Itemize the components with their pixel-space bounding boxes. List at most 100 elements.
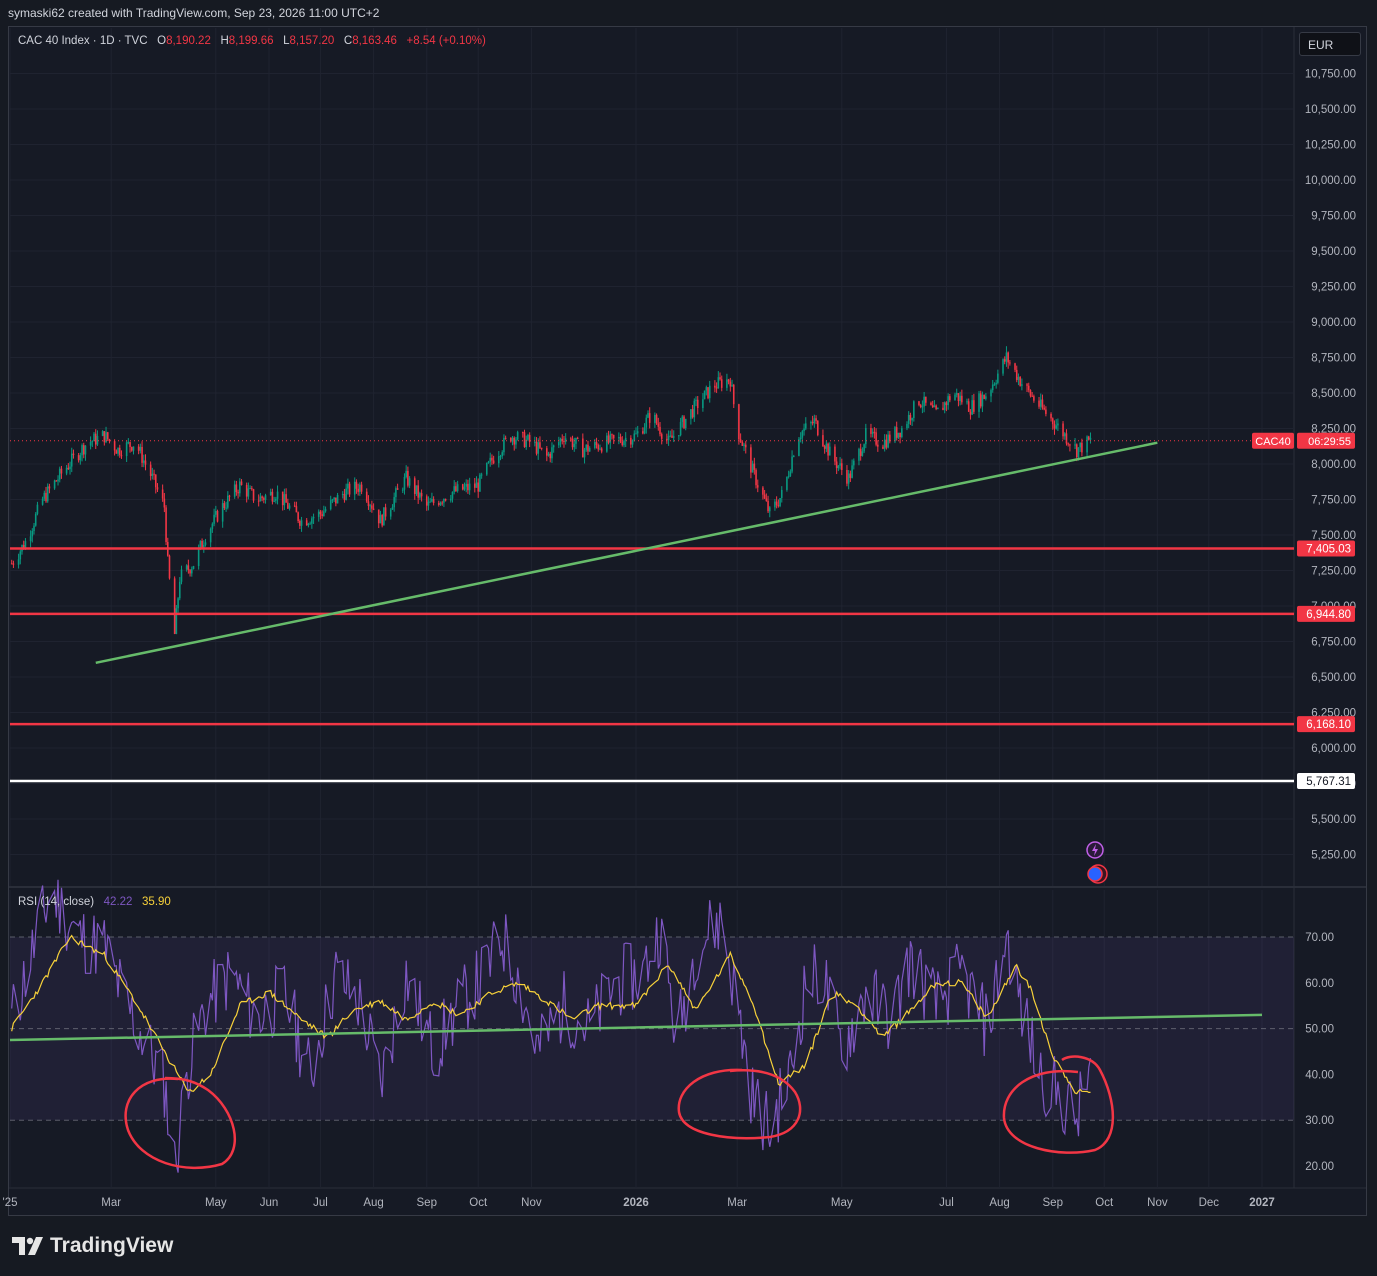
- candle-body: [312, 516, 315, 519]
- candle: [275, 496, 277, 504]
- candle-body: [955, 393, 958, 395]
- candle: [563, 435, 565, 448]
- candle-body: [599, 448, 601, 450]
- candle: [453, 480, 455, 495]
- candle-body: [789, 471, 792, 477]
- candle: [599, 444, 601, 451]
- candle: [606, 432, 608, 453]
- candle-body: [288, 505, 291, 509]
- candle: [427, 496, 430, 511]
- open-label: O: [157, 35, 167, 47]
- rsi-name[interactable]: RSI (14, close): [18, 896, 94, 908]
- candle: [1050, 412, 1052, 422]
- candle-body: [276, 491, 279, 499]
- candle: [156, 483, 159, 493]
- candle-body: [178, 581, 181, 599]
- tradingview-logo[interactable]: TradingView: [12, 1234, 173, 1258]
- candle: [973, 393, 975, 414]
- candle: [417, 480, 419, 504]
- candle-body: [473, 483, 476, 488]
- x-tick-label: Sep: [417, 1197, 437, 1209]
- candle: [168, 554, 171, 580]
- candle-body: [933, 405, 936, 408]
- x-tick-label: May: [205, 1197, 227, 1209]
- candle-body: [1057, 423, 1059, 426]
- candle: [1039, 393, 1042, 411]
- candle: [911, 417, 913, 426]
- candle: [540, 447, 543, 451]
- candle: [432, 496, 435, 506]
- branding-text: TradingView: [50, 1234, 174, 1257]
- candle-body: [173, 578, 176, 634]
- candle: [371, 500, 373, 513]
- candle-body: [407, 470, 409, 486]
- candle: [546, 446, 548, 462]
- currency-button[interactable]: EUR: [1299, 32, 1361, 56]
- candle-body: [997, 373, 999, 383]
- candle: [672, 430, 675, 443]
- candle-body: [347, 483, 349, 489]
- candle-body: [69, 466, 71, 470]
- candle: [1021, 378, 1023, 391]
- candle-body: [535, 441, 538, 454]
- candle-body: [943, 402, 946, 411]
- candle: [798, 437, 800, 457]
- candle: [954, 392, 956, 401]
- candle: [329, 495, 332, 511]
- candle: [189, 568, 191, 577]
- candle: [681, 415, 684, 428]
- candle-body: [763, 494, 766, 499]
- candle-body: [957, 393, 960, 401]
- candle-body: [415, 485, 418, 494]
- candle-body: [738, 404, 740, 440]
- candle: [46, 483, 49, 503]
- candle-body: [981, 394, 984, 407]
- candle: [659, 422, 661, 437]
- candle-body: [877, 444, 879, 447]
- candle-body: [432, 499, 435, 504]
- candle-body: [204, 542, 207, 545]
- candle-body: [103, 431, 106, 443]
- candle: [609, 431, 612, 449]
- candle-body: [34, 513, 37, 526]
- candle: [863, 443, 865, 454]
- candle: [811, 415, 814, 426]
- candle: [403, 473, 406, 495]
- candle-body: [913, 401, 915, 418]
- candle: [130, 446, 133, 452]
- candle-body: [365, 491, 368, 502]
- candle: [271, 488, 274, 505]
- candle-body: [906, 423, 908, 429]
- candle-body: [271, 491, 274, 502]
- candle: [407, 466, 409, 488]
- candle-body: [768, 507, 771, 512]
- candle: [299, 519, 301, 530]
- candle-body: [693, 400, 696, 418]
- rsi-y-tick-label: 60.00: [1305, 978, 1334, 990]
- candle-body: [106, 432, 109, 440]
- candle: [106, 431, 109, 442]
- candle-body: [1043, 407, 1045, 410]
- candle-body: [343, 493, 346, 500]
- candle: [419, 491, 421, 500]
- candle: [323, 505, 325, 517]
- candle: [142, 454, 145, 468]
- x-tick-label: Aug: [989, 1197, 1009, 1209]
- horizontal-level-label: 5,767.31: [1306, 776, 1351, 788]
- chart-canvas[interactable]: '25 Mar May Jun Jul Aug Sep Oct Nov 2026 Mar May Jul…: [0, 0, 1377, 1276]
- candle-body: [631, 440, 634, 445]
- candle: [223, 500, 226, 511]
- candle-body: [225, 507, 227, 509]
- candle-body: [467, 483, 469, 491]
- candle: [341, 491, 344, 499]
- symbol-label[interactable]: CAC 40 Index · 1D · TVC: [18, 35, 148, 47]
- candle: [918, 400, 920, 407]
- x-tick-label: Dec: [1199, 1197, 1220, 1209]
- candle: [1002, 358, 1004, 376]
- candle: [729, 377, 732, 392]
- candle-body: [516, 432, 519, 440]
- candle: [995, 379, 997, 389]
- candle-body: [299, 520, 301, 526]
- candle: [846, 465, 848, 487]
- candle-body: [609, 434, 612, 443]
